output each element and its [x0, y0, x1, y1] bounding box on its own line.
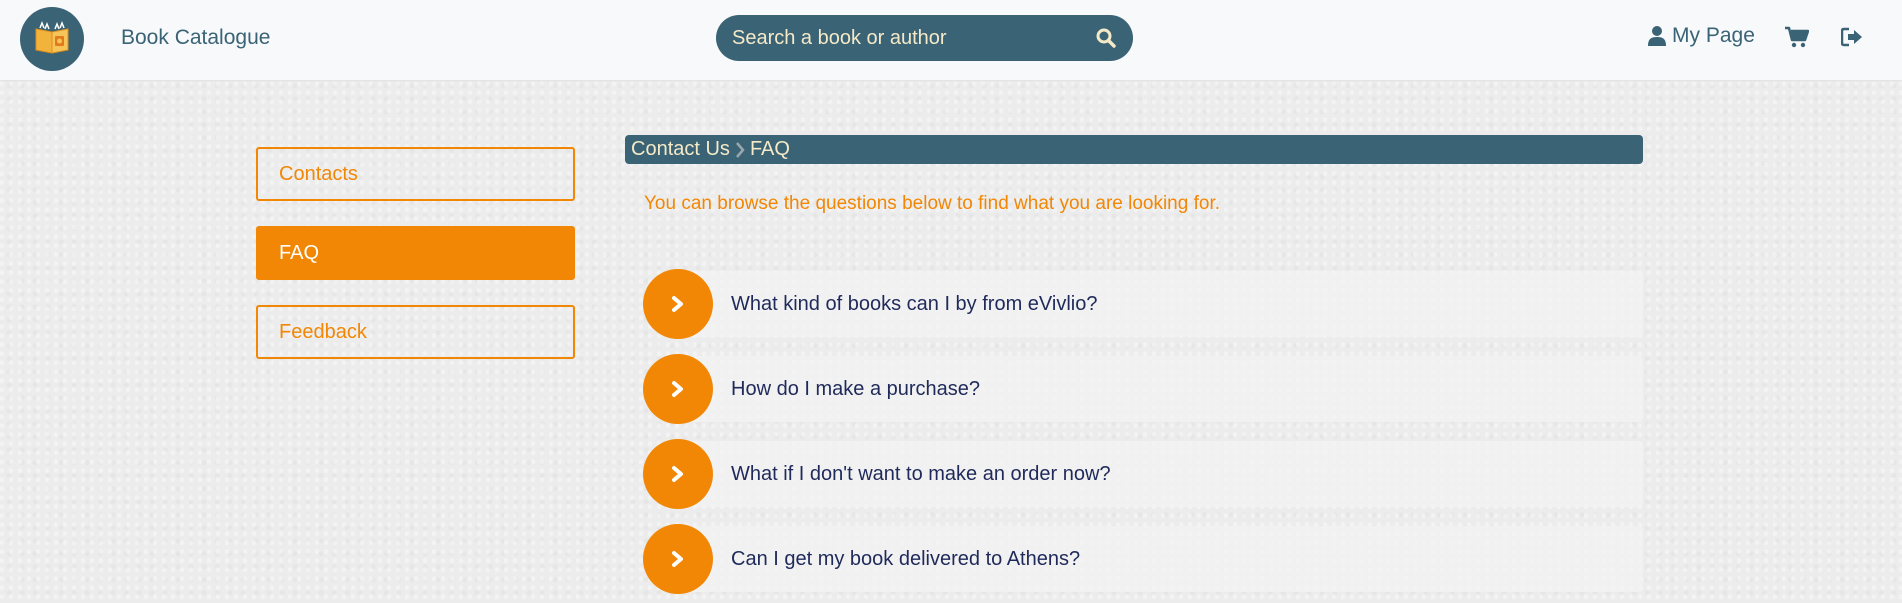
sidebar-item-contacts[interactable]: Contacts: [256, 147, 575, 201]
expand-chevron-icon[interactable]: [643, 354, 713, 424]
my-page-label: My Page: [1672, 24, 1755, 47]
faq-question-item[interactable]: How do I make a purchase?: [643, 354, 1643, 424]
logout-icon[interactable]: [1840, 27, 1863, 52]
faq-question-item[interactable]: What kind of books can I by from eVivlio…: [643, 269, 1643, 339]
faq-question-text: How do I make a purchase?: [731, 377, 981, 400]
breadcrumb-faq: FAQ: [749, 138, 790, 160]
search-icon[interactable]: [1095, 27, 1117, 49]
breadcrumb-contact-us[interactable]: Contact Us: [631, 138, 730, 161]
top-navbar: Book Catalogue My Page: [0, 0, 1902, 80]
faq-intro-text: You can browse the questions below to fi…: [644, 193, 1221, 214]
expand-chevron-icon[interactable]: [643, 269, 713, 339]
faq-question-item[interactable]: What if I don't want to make an order no…: [643, 439, 1643, 509]
faq-question-item[interactable]: Can I get my book delivered to Athens?: [643, 524, 1643, 594]
breadcrumb: Contact Us FAQ: [625, 135, 1643, 164]
chevron-right-icon: [734, 141, 746, 159]
user-icon: [1648, 26, 1666, 46]
search-input[interactable]: [732, 26, 1095, 50]
my-page-link[interactable]: My Page: [1648, 24, 1755, 48]
faq-question-text: What kind of books can I by from eVivlio…: [731, 292, 1098, 315]
expand-chevron-icon[interactable]: [643, 524, 713, 594]
brand-link[interactable]: Book Catalogue: [121, 26, 270, 50]
book-logo-icon[interactable]: [20, 7, 84, 71]
sidebar-item-faq[interactable]: FAQ: [256, 226, 575, 280]
search-bar: [716, 15, 1133, 61]
sidebar-item-feedback[interactable]: Feedback: [256, 305, 575, 359]
expand-chevron-icon[interactable]: [643, 439, 713, 509]
faq-question-text: Can I get my book delivered to Athens?: [731, 547, 1081, 570]
cart-icon[interactable]: [1785, 26, 1810, 53]
faq-question-text: What if I don't want to make an order no…: [731, 462, 1111, 485]
